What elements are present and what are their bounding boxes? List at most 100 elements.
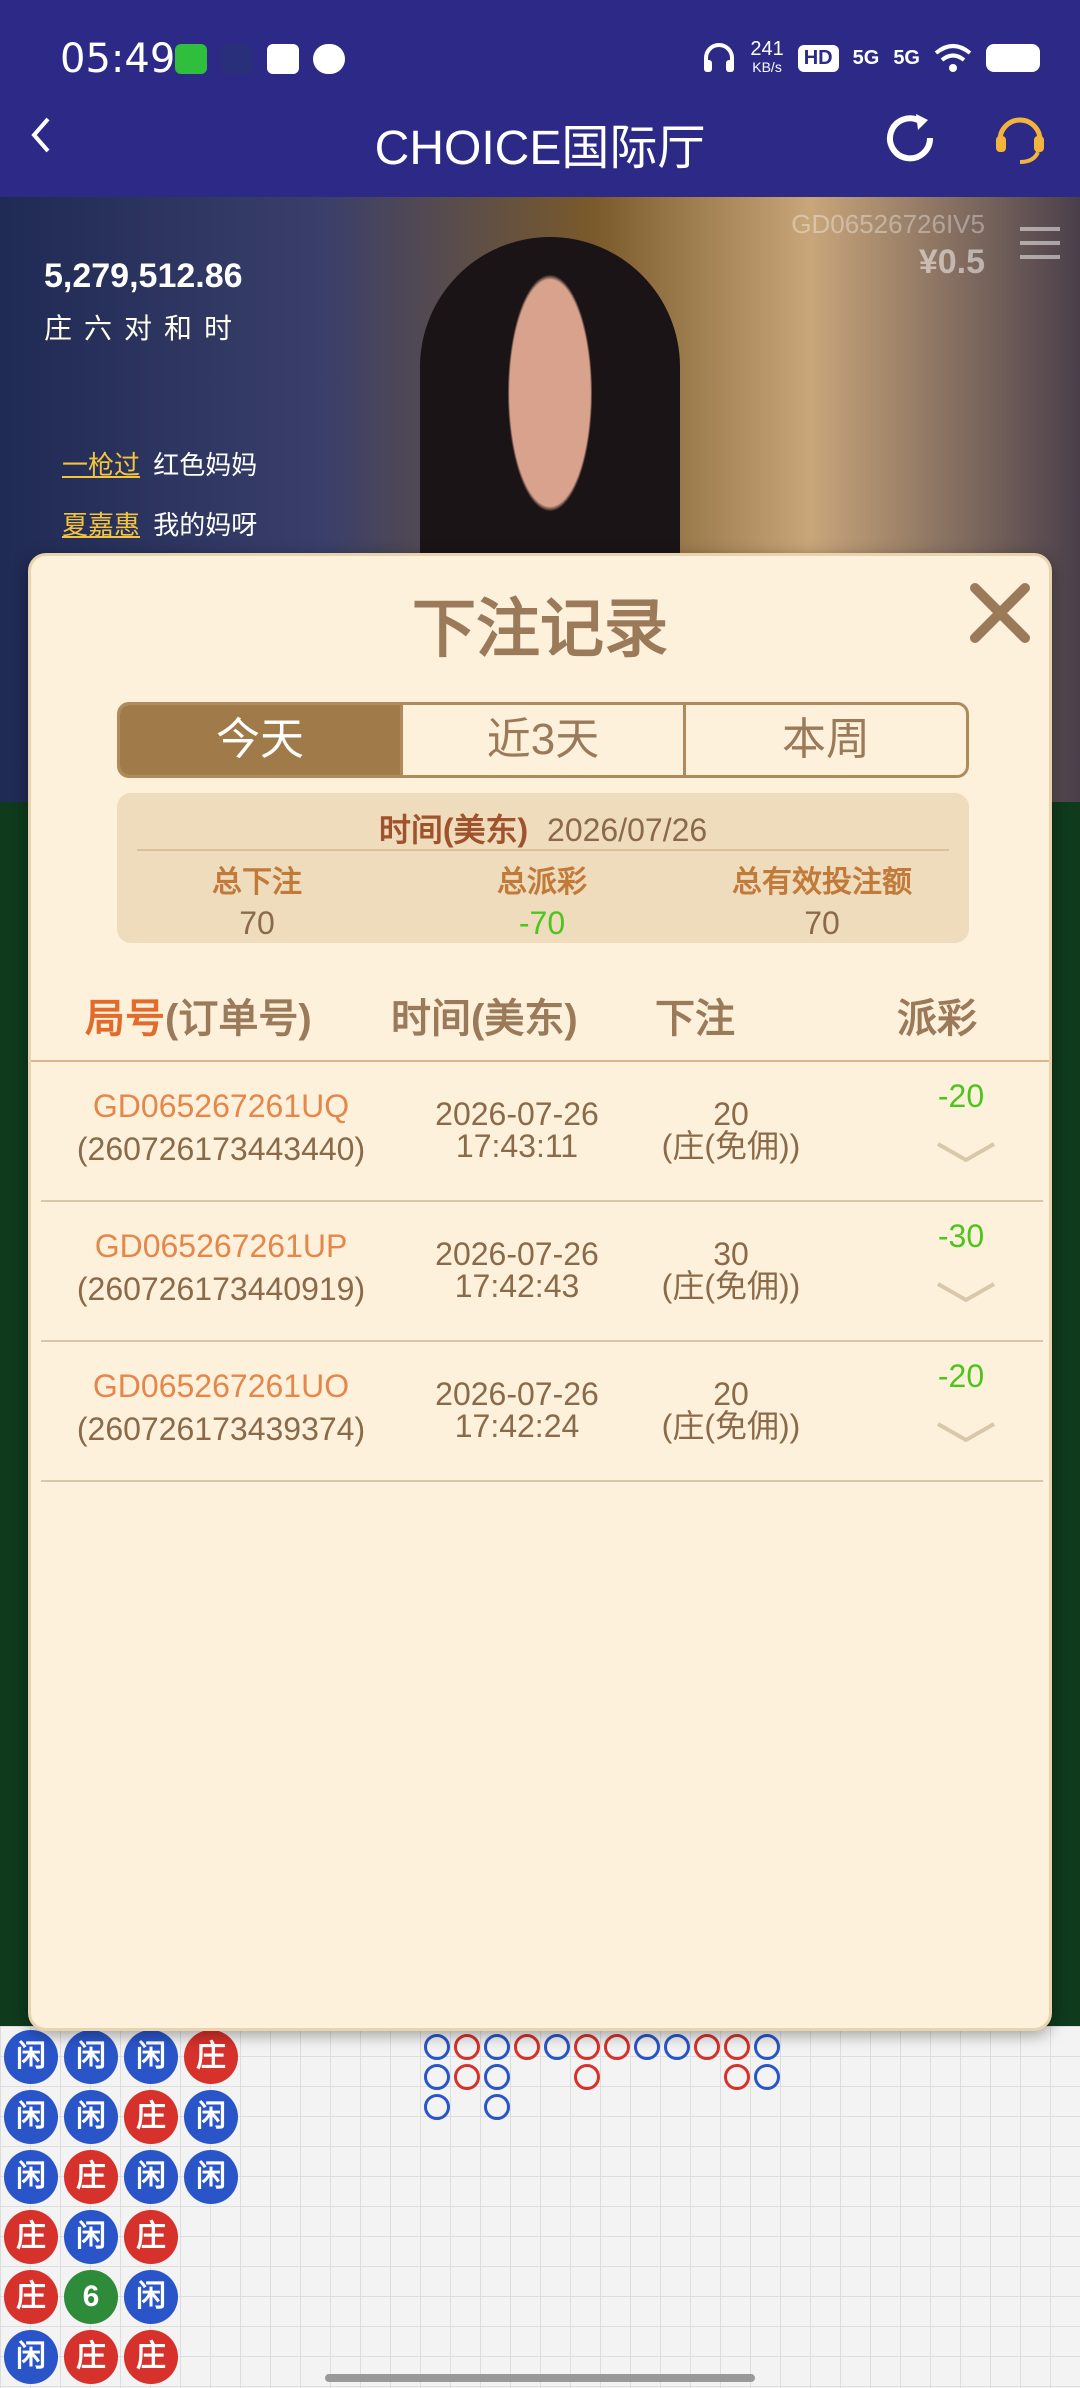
row-payout: -20	[937, 1358, 985, 1394]
big-road-cell	[424, 2094, 450, 2120]
hd-icon: HD	[797, 44, 839, 72]
chevron-down-icon[interactable]	[936, 1140, 996, 1164]
big-road-cell	[514, 2034, 540, 2060]
wechat-icon	[175, 44, 207, 74]
big-road-cell	[484, 2034, 510, 2060]
net-speed-unit: KB/s	[752, 59, 782, 75]
big-road-cell	[724, 2034, 750, 2060]
time-cell: 2026-07-26 17:42:24	[387, 1378, 647, 1442]
chat-user: 夏嘉惠	[62, 510, 141, 540]
chevron-down-icon[interactable]	[936, 1280, 996, 1304]
total-payout-value: -70	[518, 905, 566, 941]
total-valid-bet: 总有效投注额 70	[687, 857, 957, 942]
round-id[interactable]: GD065267261UQ	[41, 1088, 401, 1125]
row-date: 2026-07-26	[435, 1236, 599, 1272]
game-id: GD06526726IV5	[791, 209, 985, 239]
bead-cell: 闲	[124, 2150, 178, 2204]
chat-user: 一枪过	[62, 450, 141, 480]
row-payout: -30	[937, 1218, 985, 1254]
bet-cell: 20 (庄(免佣))	[621, 1378, 841, 1442]
chat-message: 一枪过 红色妈妈	[10, 445, 257, 482]
big-road-cell	[634, 2034, 660, 2060]
headphones-icon	[704, 43, 735, 72]
bead-cell: 闲	[124, 2030, 178, 2084]
big-road-cell	[724, 2064, 750, 2090]
bead-cell: 庄	[124, 2210, 178, 2264]
home-indicator[interactable]	[325, 2374, 755, 2382]
col-payout: 派彩	[897, 997, 977, 1041]
notification-icons	[175, 44, 345, 74]
table-header: 局号(订单号) 时间(美东) 下注 派彩	[31, 986, 1049, 1056]
row-bet-type: (庄(免佣))	[661, 1268, 801, 1304]
signal-5g-2: 5G	[893, 46, 920, 69]
total-valid-value: 70	[804, 905, 840, 941]
col-bet: 下注	[655, 997, 735, 1041]
bet-cell: 30 (庄(免佣))	[621, 1238, 841, 1302]
bead-cell: 闲	[184, 2090, 238, 2144]
top-bar: 05:49 241 KB/s HD 5G 5G CHOICE国际厅	[0, 0, 1080, 197]
summary-panel: 时间(美东) 2026/07/26 总下注 70 总派彩 -70 总有效投注额 …	[117, 793, 969, 943]
col-time: 时间(美东)	[391, 997, 578, 1041]
bead-cell: 庄	[4, 2270, 58, 2324]
summary-date-label: 时间(美东)	[378, 812, 529, 848]
table-row: GD065267261UO (260726173439374) 2026-07-…	[41, 1342, 1043, 1482]
row-time: 17:42:43	[454, 1268, 580, 1304]
big-road-cell	[454, 2034, 480, 2060]
summary-date-value: 2026/07/26	[547, 812, 708, 848]
bet-record-dialog: 下注记录 今天 近3天 本周 时间(美东) 2026/07/26 总下注 70 …	[28, 553, 1052, 2031]
bead-cell: 6	[64, 2270, 118, 2324]
dialog-title: 下注记录	[412, 593, 668, 665]
summary-date: 时间(美东) 2026/07/26	[117, 805, 969, 851]
status-right: 241 KB/s HD 5G 5G	[702, 39, 1040, 76]
col-round: 局号(订单号)	[85, 986, 312, 1044]
total-bet-label: 总下注	[212, 866, 302, 899]
bead-cell: 庄	[124, 2330, 178, 2384]
net-speed: 241 KB/s	[750, 39, 783, 76]
date-tabs: 今天 近3天 本周	[117, 702, 969, 778]
tab-today[interactable]: 今天	[120, 705, 403, 775]
row-payout: -20	[937, 1078, 985, 1114]
row-bet: 20	[713, 1096, 749, 1132]
signal-5g-1: 5G	[852, 46, 880, 69]
round-id[interactable]: GD065267261UP	[41, 1228, 401, 1265]
big-road-cell	[484, 2094, 510, 2120]
close-icon[interactable]	[965, 578, 1035, 648]
bet-cell: 20 (庄(免佣))	[621, 1098, 841, 1162]
row-bet: 20	[713, 1376, 749, 1412]
total-payout: 总派彩 -70	[432, 857, 652, 942]
menu-icon[interactable]	[1020, 225, 1060, 261]
table-row: GD065267261UQ (260726173443440) 2026-07-…	[41, 1062, 1043, 1202]
support-icon[interactable]	[990, 108, 1050, 168]
bead-cell: 闲	[64, 2090, 118, 2144]
total-bet: 总下注 70	[147, 857, 367, 942]
chevron-down-icon[interactable]	[936, 1420, 996, 1444]
tab-3-days[interactable]: 近3天	[403, 705, 686, 775]
road-names: 庄六对和时	[44, 313, 245, 344]
bet-amount: ¥0.5	[918, 243, 985, 281]
cloud-icon	[313, 44, 345, 74]
bead-cell: 闲	[124, 2270, 178, 2324]
row-date: 2026-07-26	[435, 1376, 599, 1412]
bead-cell: 闲	[4, 2150, 58, 2204]
bead-cell: 闲	[64, 2210, 118, 2264]
chat-message: 夏嘉惠 我的妈呀	[10, 505, 257, 542]
time-cell: 2026-07-26 17:43:11	[387, 1098, 647, 1162]
divider	[137, 849, 949, 851]
battery-icon	[986, 44, 1040, 72]
big-road-cell	[484, 2064, 510, 2090]
bead-cell: 庄	[124, 2090, 178, 2144]
big-road-cell	[754, 2034, 780, 2060]
bead-cell: 闲	[184, 2150, 238, 2204]
round-id[interactable]: GD065267261UO	[41, 1368, 401, 1405]
total-bet-value: 70	[239, 905, 275, 941]
chat-text: 红色妈妈	[153, 450, 258, 480]
chat-text: 我的妈呀	[153, 510, 258, 540]
tab-this-week[interactable]: 本周	[686, 705, 966, 775]
bead-cell: 庄	[64, 2150, 118, 2204]
refresh-icon[interactable]	[880, 108, 940, 168]
app-icon	[221, 44, 253, 74]
total-valid-label: 总有效投注额	[732, 866, 912, 899]
row-bet-type: (庄(免佣))	[661, 1128, 801, 1164]
wifi-icon	[934, 44, 972, 72]
time-cell: 2026-07-26 17:42:43	[387, 1238, 647, 1302]
